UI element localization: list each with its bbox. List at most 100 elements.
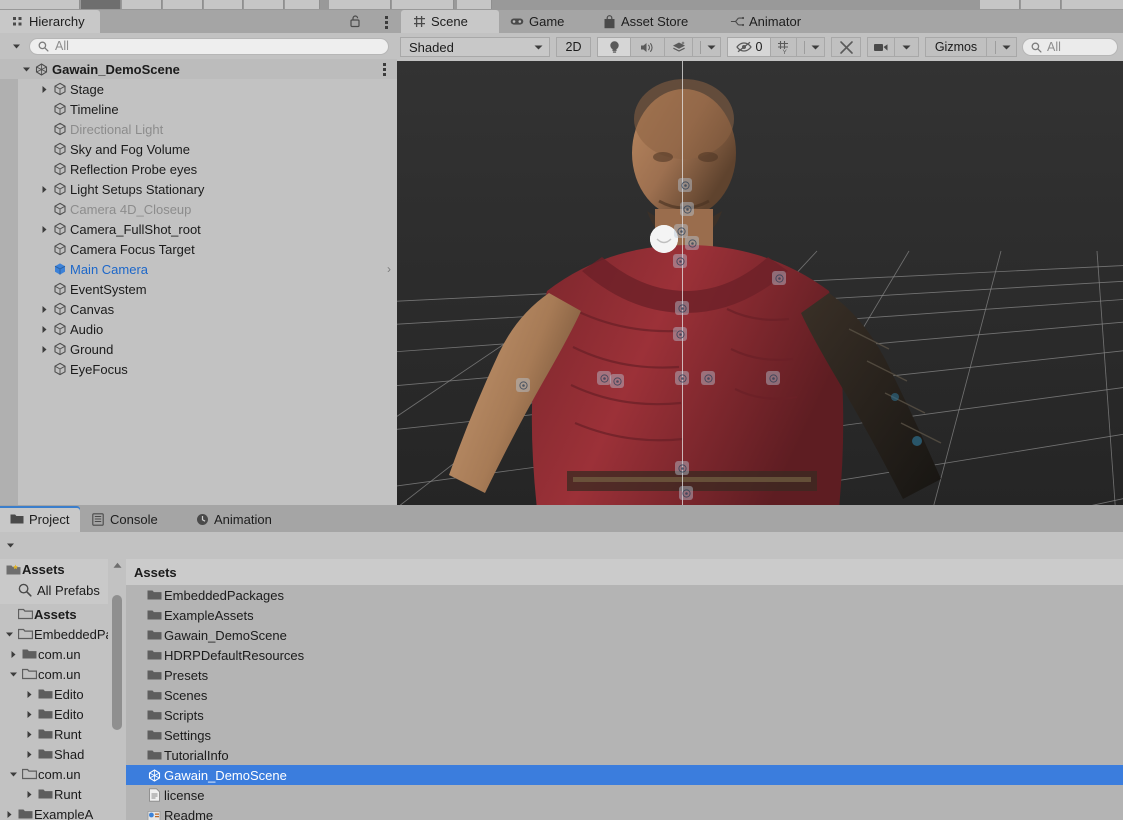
chevron-right-icon[interactable]: [38, 225, 51, 234]
asset-row[interactable]: Settings: [126, 725, 1123, 745]
hidden-objects-button[interactable]: 0: [727, 37, 771, 57]
grid-menu-caret-button[interactable]: [797, 37, 825, 57]
toolbar-button-5[interactable]: [204, 0, 243, 9]
hierarchy-search-input[interactable]: All: [29, 37, 389, 55]
project-tree-row[interactable]: ExampleA: [0, 804, 108, 820]
project-tree-row[interactable]: Runt: [0, 724, 108, 744]
light-probe-gizmo-icon[interactable]: [675, 461, 689, 475]
asset-row[interactable]: Presets: [126, 665, 1123, 685]
light-probe-gizmo-icon[interactable]: [675, 301, 689, 315]
chevron-right-icon[interactable]: [38, 305, 51, 314]
hierarchy-item-camera-focus-target[interactable]: Camera Focus Target: [0, 239, 397, 259]
toolbar-button-1[interactable]: [0, 0, 80, 9]
light-probe-gizmo-icon[interactable]: [678, 178, 692, 192]
project-tree-row[interactable]: com.un: [0, 664, 108, 684]
chevron-down-icon[interactable]: [6, 670, 20, 679]
light-probe-gizmo-icon[interactable]: [701, 371, 715, 385]
hierarchy-item-stage[interactable]: Stage: [0, 79, 397, 99]
chevron-right-icon[interactable]: [38, 345, 51, 354]
hierarchy-item-eyefocus[interactable]: EyeFocus: [0, 359, 397, 379]
toolbar-button-3[interactable]: [122, 0, 162, 9]
tab-animator[interactable]: Animator: [719, 10, 829, 33]
chevron-right-icon[interactable]: [6, 650, 20, 659]
chevron-right-icon[interactable]: [38, 185, 51, 194]
toolbar-layout-button[interactable]: [1021, 0, 1061, 9]
toolbar-button-7[interactable]: [285, 0, 320, 9]
hierarchy-item-audio[interactable]: Audio: [0, 319, 397, 339]
chevron-right-icon[interactable]: ›: [387, 262, 391, 276]
toolbar-button-6[interactable]: [244, 0, 284, 9]
gizmos-caret-button[interactable]: [987, 37, 1017, 57]
project-tree-row[interactable]: com.un: [0, 764, 108, 784]
chevron-right-icon[interactable]: [38, 85, 51, 94]
tab-game[interactable]: Game: [499, 10, 591, 33]
light-probe-gizmo-icon[interactable]: [766, 371, 780, 385]
scrollbar-thumb[interactable]: [112, 595, 122, 730]
chevron-right-icon[interactable]: [22, 730, 36, 739]
scene-viewport[interactable]: [397, 61, 1123, 505]
project-tree-row[interactable]: Edito: [0, 704, 108, 724]
chevron-right-icon[interactable]: [38, 325, 51, 334]
light-probe-gizmo-icon[interactable]: [597, 371, 611, 385]
tab-scene[interactable]: Scene: [401, 10, 499, 33]
hierarchy-scene-root[interactable]: Gawain_DemoScene: [0, 59, 397, 79]
fx-menu-caret-button[interactable]: [693, 37, 721, 57]
toolbar-play-group[interactable]: [329, 0, 391, 9]
asset-row[interactable]: Readme: [126, 805, 1123, 820]
tool-settings-button[interactable]: [831, 37, 861, 57]
chevron-down-icon[interactable]: [6, 770, 20, 779]
tab-project[interactable]: Project: [0, 506, 80, 532]
fx-menu-button[interactable]: [665, 37, 693, 57]
scene-camera-caret-button[interactable]: [895, 37, 919, 57]
hierarchy-kebab-menu-icon[interactable]: [384, 14, 388, 30]
light-probe-gizmo-icon[interactable]: [610, 374, 624, 388]
project-tree-row[interactable]: Shad: [0, 744, 108, 764]
toolbar-layers-button[interactable]: [980, 0, 1020, 9]
chevron-right-icon[interactable]: [22, 750, 36, 759]
light-probe-gizmo-icon[interactable]: [673, 254, 687, 268]
project-tree-row[interactable]: Runt: [0, 784, 108, 804]
tab-hierarchy[interactable]: Hierarchy: [0, 10, 100, 33]
chevron-right-icon[interactable]: [2, 810, 16, 819]
hierarchy-item-reflection-probe-eyes[interactable]: Reflection Probe eyes: [0, 159, 397, 179]
light-probe-gizmo-icon[interactable]: [675, 371, 689, 385]
light-probe-gizmo-icon[interactable]: [772, 271, 786, 285]
gizmos-button[interactable]: Gizmos: [925, 37, 987, 57]
light-probe-gizmo-icon[interactable]: [673, 327, 687, 341]
toggle-2d-button[interactable]: 2D: [556, 37, 591, 57]
favorites-assets-row[interactable]: Assets: [0, 559, 108, 579]
toolbar-button-4[interactable]: [163, 0, 203, 9]
light-probe-gizmo-icon[interactable]: [685, 236, 699, 250]
asset-row[interactable]: Gawain_DemoScene: [126, 765, 1123, 785]
light-probe-gizmo-icon[interactable]: [516, 378, 530, 392]
tab-animation[interactable]: Animation: [184, 506, 296, 532]
lock-open-icon[interactable]: [349, 14, 363, 29]
hierarchy-item-directional-light[interactable]: Directional Light: [0, 119, 397, 139]
scene-camera-button[interactable]: [867, 37, 895, 57]
scene-search-input[interactable]: All: [1022, 38, 1118, 56]
asset-row[interactable]: HDRPDefaultResources: [126, 645, 1123, 665]
asset-row[interactable]: Scenes: [126, 685, 1123, 705]
chevron-down-icon[interactable]: [20, 65, 33, 74]
light-probe-gizmo-icon[interactable]: [679, 486, 693, 500]
project-create-caret-icon[interactable]: [2, 538, 18, 554]
asset-row[interactable]: Scripts: [126, 705, 1123, 725]
hierarchy-item-sky-and-fog-volume[interactable]: Sky and Fog Volume: [0, 139, 397, 159]
hierarchy-item-ground[interactable]: Ground: [0, 339, 397, 359]
chevron-right-icon[interactable]: [22, 690, 36, 699]
favorites-all-prefabs-row[interactable]: All Prefabs: [0, 579, 108, 601]
toolbar-step-group[interactable]: [457, 0, 492, 9]
project-tree-row[interactable]: com.un: [0, 644, 108, 664]
scroll-up-arrow-icon[interactable]: [113, 562, 122, 569]
toolbar-account-button[interactable]: [1062, 0, 1123, 9]
hierarchy-item-timeline[interactable]: Timeline: [0, 99, 397, 119]
asset-row[interactable]: ExampleAssets: [126, 605, 1123, 625]
project-tree-row[interactable]: Edito: [0, 684, 108, 704]
draw-mode-dropdown[interactable]: Shaded: [400, 37, 550, 57]
asset-row[interactable]: TutorialInfo: [126, 745, 1123, 765]
chevron-right-icon[interactable]: [22, 710, 36, 719]
asset-row[interactable]: license: [126, 785, 1123, 805]
toggle-lighting-button[interactable]: [597, 37, 631, 57]
grid-menu-button[interactable]: Y: [771, 37, 797, 57]
toolbar-button-2-active[interactable]: [81, 0, 121, 9]
